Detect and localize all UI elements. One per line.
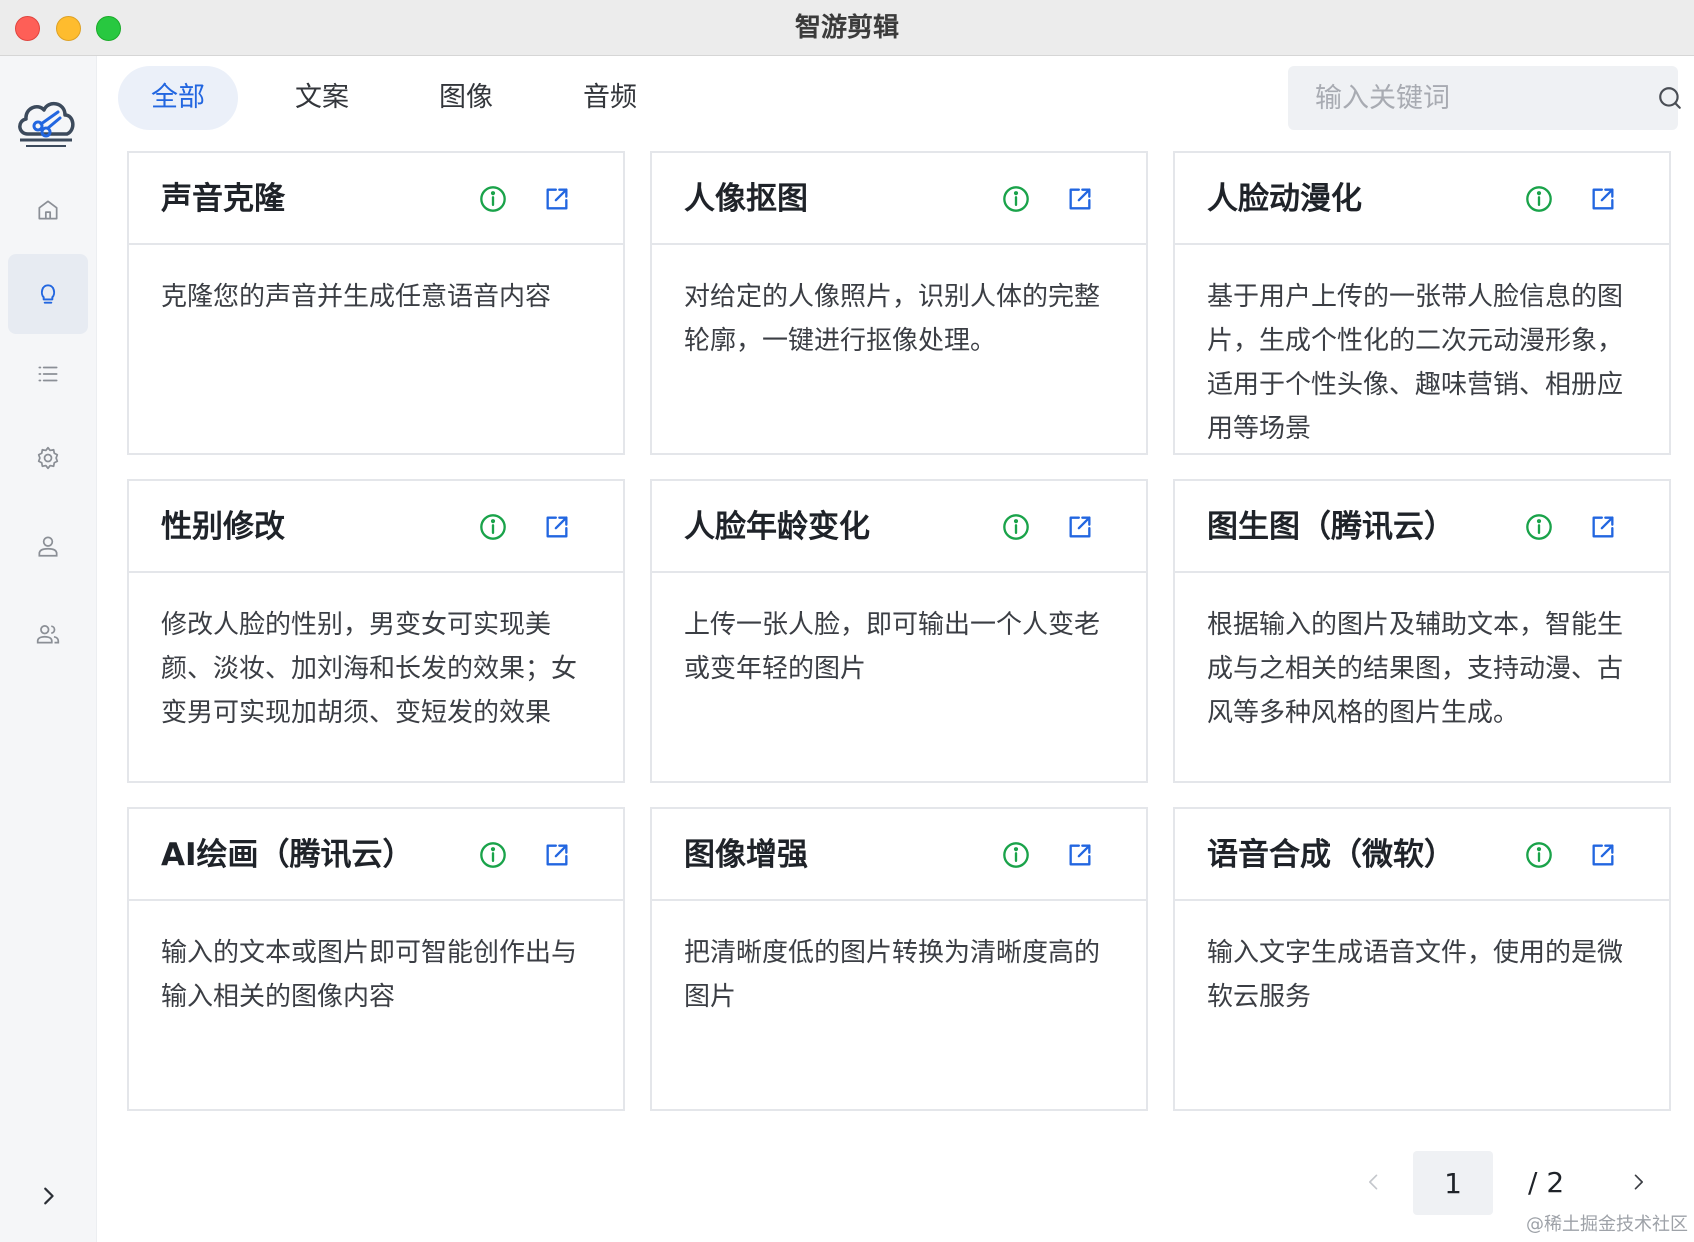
window-title: 智游剪辑 xyxy=(794,13,899,43)
sidebar xyxy=(0,56,97,1242)
info-icon[interactable] xyxy=(1525,185,1553,213)
category-tabs: 全部 文案 图像 音频 xyxy=(118,66,694,130)
card-description: 把清晰度低的图片转换为清晰度高的图片 xyxy=(684,938,1101,1012)
info-icon[interactable] xyxy=(1525,841,1553,869)
pagination-total: / 2 xyxy=(1528,1166,1565,1199)
search-input[interactable] xyxy=(1288,66,1657,130)
chevron-right-icon xyxy=(1634,1174,1643,1190)
card-description: 根据输入的图片及辅助文本，智能生成与之相关的结果图，支持动漫、古风等多种风格的图… xyxy=(1207,610,1624,728)
sidebar-item-list[interactable] xyxy=(8,334,88,414)
sidebar-collapse-button[interactable] xyxy=(28,1176,68,1216)
open-external-icon[interactable] xyxy=(1589,841,1617,869)
sidebar-item-team[interactable] xyxy=(8,594,88,674)
open-external-icon[interactable] xyxy=(1589,185,1617,213)
list-icon xyxy=(38,366,58,382)
card-title: 图像增强 xyxy=(684,837,808,873)
card-title: 图生图（腾讯云） xyxy=(1207,509,1455,545)
tool-card[interactable]: 人脸年龄变化上传一张人脸，即可输出一个人变老或变年轻的图片 xyxy=(650,479,1148,783)
card-description: 克隆您的声音并生成任意语音内容 xyxy=(161,282,552,312)
scissors-cloud-logo xyxy=(18,102,75,147)
user-icon xyxy=(38,536,58,557)
card-header: 性别修改 xyxy=(129,481,623,573)
card-description: 对给定的人像照片，识别人体的完整轮廓，一键进行抠像处理。 xyxy=(684,282,1101,356)
info-icon[interactable] xyxy=(1002,513,1030,541)
info-icon[interactable] xyxy=(1525,513,1553,541)
open-external-icon[interactable] xyxy=(1066,841,1094,869)
pagination-page-input[interactable] xyxy=(1413,1151,1493,1215)
card-title: 性别修改 xyxy=(161,509,285,545)
title-bar: 智游剪辑 xyxy=(0,0,1694,56)
search-button[interactable] xyxy=(1657,66,1683,130)
tool-card[interactable]: 人脸动漫化基于用户上传的一张带人脸信息的图片，生成个性化的二次元动漫形象，适用于… xyxy=(1173,151,1671,455)
card-description: 输入文字生成语音文件，使用的是微软云服务 xyxy=(1207,938,1624,1012)
info-icon[interactable] xyxy=(479,513,507,541)
card-header: 语音合成（微软） xyxy=(1175,809,1669,901)
tool-card[interactable]: 声音克隆克隆您的声音并生成任意语音内容 xyxy=(127,151,625,455)
tab-image[interactable]: 图像 xyxy=(406,66,526,130)
open-external-icon[interactable] xyxy=(1066,513,1094,541)
tab-all[interactable]: 全部 xyxy=(118,66,238,130)
card-header: 人脸动漫化 xyxy=(1175,153,1669,245)
watermark: @稀土掘金技术社区 xyxy=(1526,1214,1688,1235)
lightbulb-icon xyxy=(40,284,56,304)
info-icon[interactable] xyxy=(479,841,507,869)
tool-card[interactable]: AI绘画（腾讯云） 输入的文本或图片即可智能创作出与输入相关的图像内容 xyxy=(127,807,625,1111)
info-icon[interactable] xyxy=(1002,185,1030,213)
search-icon xyxy=(1659,87,1681,109)
tool-card[interactable]: 图生图（腾讯云） 根据输入的图片及辅助文本，智能生成与之相关的结果图，支持动漫、古… xyxy=(1173,479,1671,783)
sidebar-item-settings[interactable] xyxy=(8,418,88,498)
card-header: 图生图（腾讯云） xyxy=(1175,481,1669,573)
tab-audio[interactable]: 音频 xyxy=(550,66,670,130)
users-icon xyxy=(36,625,60,644)
tool-card[interactable]: 性别修改修改人脸的性别，男变女可实现美颜、淡妆、加刘海和长发的效果；女变男可实现… xyxy=(127,479,625,783)
tool-card[interactable]: 语音合成（微软） 输入文字生成语音文件，使用的是微软云服务 xyxy=(1173,807,1671,1111)
card-title: 人脸年龄变化 xyxy=(684,509,870,545)
card-title: 人像抠图 xyxy=(684,181,808,217)
tab-copywriting[interactable]: 文案 xyxy=(262,66,382,130)
open-external-icon[interactable] xyxy=(543,513,571,541)
chevron-left-icon xyxy=(1369,1174,1378,1190)
open-external-icon[interactable] xyxy=(1589,513,1617,541)
sidebar-item-user[interactable] xyxy=(8,506,88,586)
open-external-icon[interactable] xyxy=(543,841,571,869)
card-header: 人脸年龄变化 xyxy=(652,481,1146,573)
card-title: 语音合成（微软） xyxy=(1207,837,1455,873)
card-header: 人像抠图 xyxy=(652,153,1146,245)
info-icon[interactable] xyxy=(479,185,507,213)
card-description: 修改人脸的性别，男变女可实现美颜、淡妆、加刘海和长发的效果；女变男可实现加胡须、… xyxy=(161,610,578,728)
card-header: AI绘画（腾讯云） xyxy=(129,809,623,901)
tool-card[interactable]: 人像抠图对给定的人像照片，识别人体的完整轮廓，一键进行抠像处理。 xyxy=(650,151,1148,455)
card-header: 图像增强 xyxy=(652,809,1146,901)
card-title: AI绘画（腾讯云） xyxy=(161,837,414,873)
open-external-icon[interactable] xyxy=(1066,185,1094,213)
card-title: 声音克隆 xyxy=(161,181,285,217)
card-description: 上传一张人脸，即可输出一个人变老或变年轻的图片 xyxy=(684,610,1101,684)
card-title: 人脸动漫化 xyxy=(1207,181,1362,217)
home-icon xyxy=(38,200,58,220)
app-logo xyxy=(14,94,78,152)
search-box xyxy=(1288,66,1681,130)
open-external-icon[interactable] xyxy=(543,185,571,213)
pagination-next-button[interactable] xyxy=(1620,1164,1656,1200)
tool-card[interactable]: 图像增强把清晰度低的图片转换为清晰度高的图片 xyxy=(650,807,1148,1111)
gear-icon xyxy=(37,446,59,470)
sidebar-item-home[interactable] xyxy=(8,170,88,250)
sidebar-item-tools[interactable] xyxy=(8,254,88,334)
pagination-prev-button[interactable] xyxy=(1356,1164,1392,1200)
card-header: 声音克隆 xyxy=(129,153,623,245)
card-description: 基于用户上传的一张带人脸信息的图片，生成个性化的二次元动漫形象，适用于个性头像、… xyxy=(1207,282,1624,439)
info-icon[interactable] xyxy=(1002,841,1030,869)
card-description: 输入的文本或图片即可智能创作出与输入相关的图像内容 xyxy=(161,938,578,1012)
chevron-right-icon xyxy=(44,1187,54,1205)
